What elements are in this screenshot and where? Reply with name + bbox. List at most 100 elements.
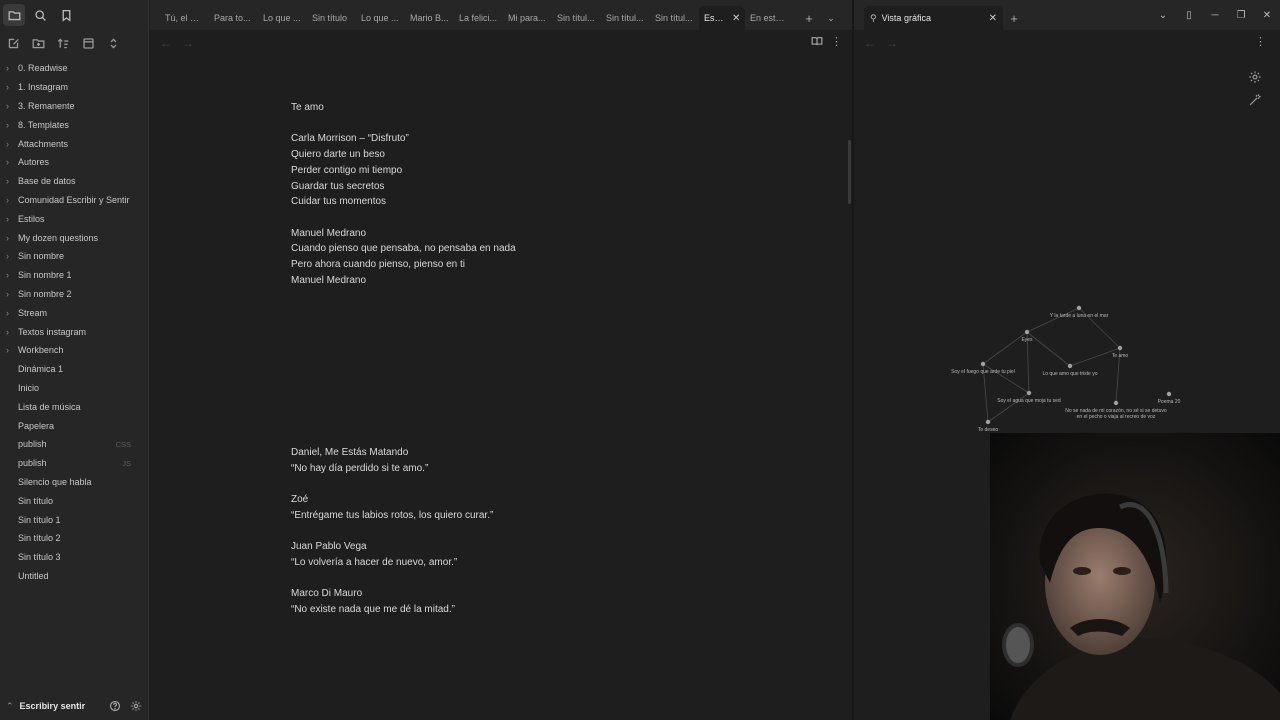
- more-options-icon[interactable]: ⋮: [831, 35, 842, 50]
- note-line: “Lo volvería a hacer de nuevo, amor.”: [291, 556, 458, 568]
- tab[interactable]: Mario B...: [405, 6, 454, 30]
- tab-label: Para to...: [214, 13, 251, 23]
- folder-item[interactable]: › Sin nombre: [0, 247, 149, 266]
- file-item[interactable]: Sin título 1: [0, 510, 149, 529]
- note-content-bottom[interactable]: Daniel, Me Estás Matando “No hay día perd…: [291, 445, 711, 618]
- files-tab-button[interactable]: [3, 4, 25, 26]
- folder-item[interactable]: › My dozen questions: [0, 228, 149, 247]
- tab[interactable]: Sin títul...: [650, 6, 699, 30]
- graph-node[interactable]: [1076, 305, 1082, 311]
- minimize-icon[interactable]: ─: [1202, 0, 1228, 30]
- folder-item[interactable]: › Sin nombre 2: [0, 285, 149, 304]
- search-tab-button[interactable]: [29, 4, 51, 26]
- tab-graph-view[interactable]: ⚲ Vista gráfica ✕: [864, 6, 1003, 30]
- editor-pane: ← → ⋮ Te amo Carla Morrison – “Disfruto” Q…: [150, 30, 852, 720]
- folder-item[interactable]: › Sin nombre 1: [0, 266, 149, 285]
- file-item[interactable]: publish CSS: [0, 435, 149, 454]
- back-arrow-icon[interactable]: ←: [160, 36, 172, 50]
- folder-item[interactable]: › Comunidad Escribir y Sentir: [0, 191, 149, 210]
- graph-edge: [982, 331, 1028, 365]
- note-line: Marco Di Mauro: [291, 588, 363, 600]
- bookmarks-tab-button[interactable]: [55, 4, 77, 26]
- file-item[interactable]: Silencio que habla: [0, 473, 149, 492]
- chevron-right-icon: ›: [6, 157, 9, 168]
- tab[interactable]: Sin títul...: [601, 6, 650, 30]
- folder-item[interactable]: › Estilos: [0, 209, 149, 228]
- tab[interactable]: Sin título: [307, 6, 356, 30]
- file-item[interactable]: publish JS: [0, 454, 149, 473]
- sort-button[interactable]: [52, 32, 74, 54]
- folder-item[interactable]: › Base de datos: [0, 172, 149, 191]
- new-note-button[interactable]: [2, 32, 24, 54]
- settings-button[interactable]: [128, 698, 144, 714]
- restore-icon[interactable]: ❐: [1228, 0, 1254, 30]
- forward-arrow-icon[interactable]: →: [182, 36, 194, 50]
- folder-item[interactable]: › 0. Readwise: [0, 59, 149, 78]
- close-icon[interactable]: ✕: [989, 13, 997, 24]
- graph-node[interactable]: [985, 419, 991, 425]
- graph-node[interactable]: [1113, 400, 1119, 406]
- file-item[interactable]: Sin título: [0, 491, 149, 510]
- tree-item-label: Sin nombre 2: [18, 288, 72, 299]
- tab[interactable]: En este ...: [745, 6, 794, 30]
- folder-item[interactable]: › 1. Instagram: [0, 78, 149, 97]
- chevron-right-icon: ›: [6, 194, 9, 205]
- folder-item[interactable]: › Autores: [0, 153, 149, 172]
- tab[interactable]: La felici...: [454, 6, 503, 30]
- vault-switcher[interactable]: ⌃ Escribiry sentir: [0, 692, 149, 720]
- chevron-right-icon: ›: [6, 63, 9, 74]
- new-tab-button[interactable]: +: [1003, 6, 1025, 30]
- graph-node[interactable]: [1067, 363, 1073, 369]
- graph-node[interactable]: [1024, 329, 1030, 335]
- graph-node[interactable]: [980, 361, 986, 367]
- folder-item[interactable]: › Textos instagram: [0, 322, 149, 341]
- new-folder-button[interactable]: [27, 32, 49, 54]
- toggle-right-sidebar-icon[interactable]: ▯: [1176, 0, 1202, 30]
- folder-item[interactable]: › Stream: [0, 303, 149, 322]
- folder-item[interactable]: › Workbench: [0, 341, 149, 360]
- collapse-all-button[interactable]: [77, 32, 99, 54]
- tab-list-chevron-icon[interactable]: ⌄: [1150, 0, 1176, 30]
- note-line: Guardar tus secretos: [291, 180, 385, 192]
- folder-item[interactable]: › 3. Remanente: [0, 97, 149, 116]
- tab[interactable]: Sin títul...: [552, 6, 601, 30]
- file-item[interactable]: Papelera: [0, 416, 149, 435]
- tab[interactable]: Tú, el ai...: [160, 6, 209, 30]
- graph-tab-bar: ⚲ Vista gráfica ✕ + ⌄ ▯ ─ ❐ ✕: [854, 0, 1280, 30]
- note-line: “No hay día perdido si te amo.”: [291, 462, 429, 474]
- file-item[interactable]: Lista de música: [0, 397, 149, 416]
- file-explorer-sidebar: › 0. Readwise › 1. Instagram › 3. Remanente › 8…: [0, 0, 149, 720]
- file-item[interactable]: Sin título 2: [0, 529, 149, 548]
- file-item[interactable]: Sin título 3: [0, 548, 149, 567]
- reading-view-button[interactable]: [811, 35, 823, 50]
- tab-label: Escr...: [704, 13, 728, 23]
- chevron-right-icon: ›: [6, 176, 9, 187]
- file-item[interactable]: Untitled: [0, 567, 149, 586]
- graph-node[interactable]: [1026, 390, 1032, 396]
- file-item[interactable]: Inicio: [0, 379, 149, 398]
- folder-item[interactable]: › 8. Templates: [0, 115, 149, 134]
- folder-item[interactable]: › Attachments: [0, 134, 149, 153]
- chevron-right-icon: ›: [6, 213, 9, 224]
- expand-all-button[interactable]: [102, 32, 124, 54]
- tree-item-label: 0. Readwise: [18, 63, 68, 74]
- file-item[interactable]: Dinámica 1: [0, 360, 149, 379]
- graph-node[interactable]: [1166, 391, 1172, 397]
- note-content-top[interactable]: Te amo Carla Morrison – “Disfruto” Quiero …: [291, 100, 711, 288]
- tree-item-label: Papelera: [18, 420, 55, 431]
- tab-list-chevron-icon[interactable]: ⌄: [820, 6, 842, 30]
- window-close-icon[interactable]: ✕: [1254, 0, 1280, 30]
- tab[interactable]: Lo que ...: [258, 6, 307, 30]
- note-line: Zoé: [291, 494, 309, 506]
- tab-label: Sin título: [312, 13, 348, 23]
- close-icon[interactable]: ✕: [732, 13, 740, 24]
- tab-active[interactable]: Escr... ✕: [699, 6, 745, 30]
- tab[interactable]: Mi para...: [503, 6, 552, 30]
- note-line: Manuel Medrano: [291, 274, 367, 286]
- editor-scrollbar[interactable]: [848, 140, 851, 204]
- tab[interactable]: Lo que ...: [356, 6, 405, 30]
- tab[interactable]: Para to...: [209, 6, 258, 30]
- new-tab-button[interactable]: +: [798, 6, 820, 30]
- help-button[interactable]: [107, 698, 123, 714]
- graph-node[interactable]: [1117, 345, 1123, 351]
